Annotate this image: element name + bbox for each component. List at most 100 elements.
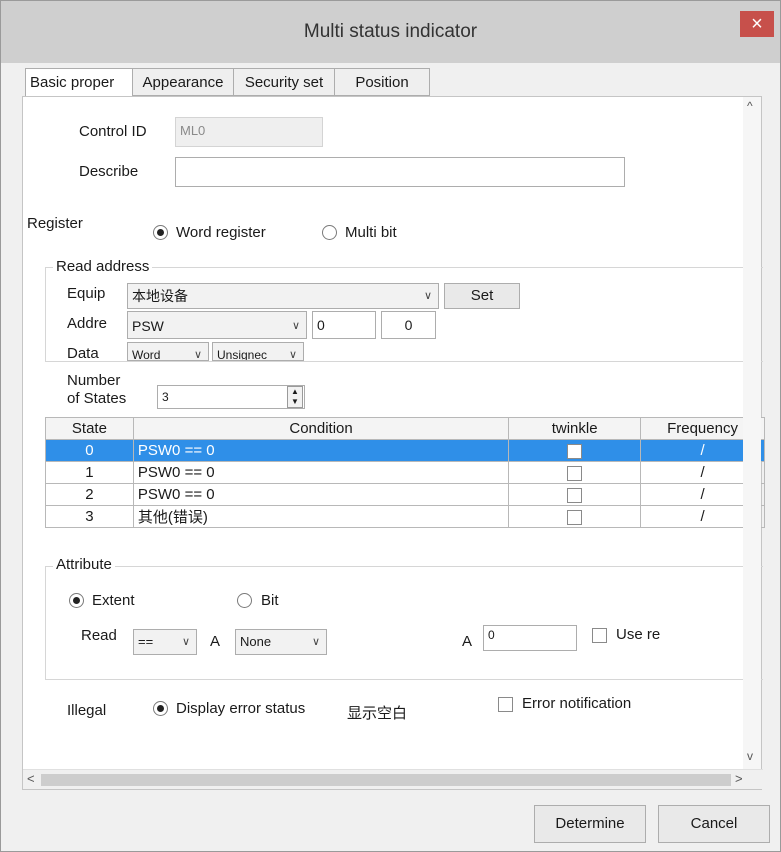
error-notification-checkbox[interactable] — [498, 697, 513, 712]
twinkle-cell — [508, 505, 642, 528]
equip-value: 本地设备 — [132, 288, 188, 304]
read-address-group-left — [45, 267, 46, 361]
condition-cell[interactable]: PSW0 == 0 — [132, 461, 510, 484]
equip-select[interactable]: 本地设备 ∨ — [127, 283, 439, 309]
vertical-scrollbar[interactable]: ^ v — [743, 97, 761, 771]
condition-cell[interactable]: PSW0 == 0 — [132, 439, 510, 462]
data-sign-select[interactable]: Unsignec ∨ — [212, 342, 304, 361]
twinkle-checkbox[interactable] — [567, 443, 583, 459]
tab-label: Basic proper — [30, 74, 115, 91]
twinkle-cell — [508, 483, 642, 506]
attribute-legend: Attribute — [53, 556, 115, 573]
number-label-line1: Number — [67, 372, 121, 389]
read-address-group-top — [45, 267, 763, 268]
column-header-state: State — [45, 417, 134, 440]
data-label: Data — [67, 345, 99, 361]
chevron-down-icon: ∨ — [423, 290, 432, 302]
chevron-down-icon: ∨ — [193, 349, 202, 361]
illegal-label: Illegal — [67, 702, 107, 719]
tab-security-set[interactable]: Security set — [233, 68, 335, 96]
table-row[interactable]: 2 PSW0 == 0 / — [45, 483, 765, 506]
chevron-down-icon: ∨ — [291, 320, 300, 332]
close-icon: × — [751, 13, 763, 35]
operator-select[interactable]: == ∨ — [133, 629, 197, 655]
bit-radio[interactable] — [237, 593, 252, 608]
a-select-value: None — [240, 634, 272, 649]
dialog-title: Multi status indicator — [303, 21, 478, 42]
use-register-label: Use re — [616, 626, 661, 643]
chevron-down-icon: ∨ — [288, 349, 297, 361]
equip-label: Equip — [67, 285, 106, 302]
state-cell: 0 — [45, 439, 134, 462]
twinkle-cell — [508, 461, 642, 484]
a2-value-input[interactable]: 0 — [483, 625, 577, 651]
chevron-down-icon: ∨ — [311, 636, 320, 648]
data-type-value: Word — [132, 348, 161, 361]
tab-label: Position — [355, 74, 409, 91]
table-row[interactable]: 3 其他(错误) / — [45, 505, 765, 528]
describe-field[interactable] — [175, 157, 625, 187]
column-header-condition: Condition — [132, 417, 510, 440]
scroll-right-icon[interactable]: > — [735, 771, 743, 786]
a2-label: A — [462, 633, 473, 650]
tab-label: Appearance — [142, 74, 224, 91]
addre-type-value: PSW — [132, 318, 164, 334]
basic-properties-panel: Control ID ML0 Describe Register Word re… — [22, 96, 765, 790]
display-error-status-radio[interactable] — [153, 701, 168, 716]
read-address-group-bottom — [45, 361, 763, 362]
use-register-checkbox[interactable] — [592, 628, 607, 643]
dialog-window: Multi status indicator × Basic proper Ap… — [0, 0, 781, 852]
horizontal-scrollbar[interactable]: < > — [23, 769, 763, 789]
determine-button[interactable]: Determine — [534, 805, 646, 843]
word-register-label: Word register — [176, 224, 266, 241]
cancel-button[interactable]: Cancel — [658, 805, 770, 843]
scroll-up-icon[interactable]: ^ — [747, 99, 753, 113]
close-button[interactable]: × — [740, 11, 774, 37]
describe-label: Describe — [79, 163, 139, 180]
tab-position[interactable]: Position — [334, 68, 430, 96]
twinkle-checkbox[interactable] — [567, 465, 583, 481]
state-cell: 2 — [45, 483, 134, 506]
addre-value-2[interactable]: 0 — [381, 311, 436, 339]
title-bar[interactable]: Multi status indicator × — [1, 1, 780, 63]
data-type-select[interactable]: Word ∨ — [127, 342, 209, 361]
states-table: State Condition twinkle Frequency 0 PSW0… — [45, 417, 765, 528]
scroll-down-icon[interactable]: v — [747, 749, 753, 763]
addre-type-select[interactable]: PSW ∨ — [127, 311, 307, 339]
number-of-states-input[interactable]: 3 — [157, 385, 305, 409]
stepper-up-icon: ▲ — [291, 387, 299, 396]
display-blank-text: 显示空白 — [347, 705, 408, 722]
a-label: A — [210, 633, 221, 650]
multi-bit-radio[interactable] — [322, 225, 337, 240]
operator-value: == — [138, 634, 154, 649]
twinkle-checkbox[interactable] — [567, 487, 583, 503]
word-register-radio[interactable] — [153, 225, 168, 240]
set-button[interactable]: Set — [444, 283, 520, 309]
table-row[interactable]: 0 PSW0 == 0 / — [45, 439, 765, 462]
data-sign-value: Unsignec — [217, 348, 268, 361]
read-label: Read — [81, 627, 117, 644]
condition-cell[interactable]: 其他(错误) — [132, 505, 510, 528]
scroll-left-icon[interactable]: < — [27, 771, 35, 786]
error-notification-label: Error notification — [522, 695, 632, 712]
attribute-group-top — [45, 566, 763, 567]
display-error-status-label: Display error status — [176, 700, 306, 717]
tab-basic-properties[interactable]: Basic proper — [25, 68, 133, 98]
state-cell: 1 — [45, 461, 134, 484]
horizontal-scroll-thumb[interactable] — [41, 774, 731, 786]
chevron-down-icon: ∨ — [181, 636, 190, 648]
tab-appearance[interactable]: Appearance — [132, 68, 234, 96]
twinkle-checkbox[interactable] — [567, 509, 583, 525]
condition-cell[interactable]: PSW0 == 0 — [132, 483, 510, 506]
twinkle-cell — [508, 439, 642, 462]
state-cell: 3 — [45, 505, 134, 528]
attribute-group-left — [45, 566, 46, 679]
control-id-label: Control ID — [79, 123, 147, 140]
addre-value-1[interactable]: 0 — [312, 311, 376, 339]
a-select[interactable]: None ∨ — [235, 629, 327, 655]
addre-label: Addre — [67, 315, 108, 332]
multi-bit-label: Multi bit — [345, 224, 397, 241]
extent-radio[interactable] — [69, 593, 84, 608]
states-stepper[interactable]: ▲ ▼ — [287, 386, 303, 408]
table-row[interactable]: 1 PSW0 == 0 / — [45, 461, 765, 484]
